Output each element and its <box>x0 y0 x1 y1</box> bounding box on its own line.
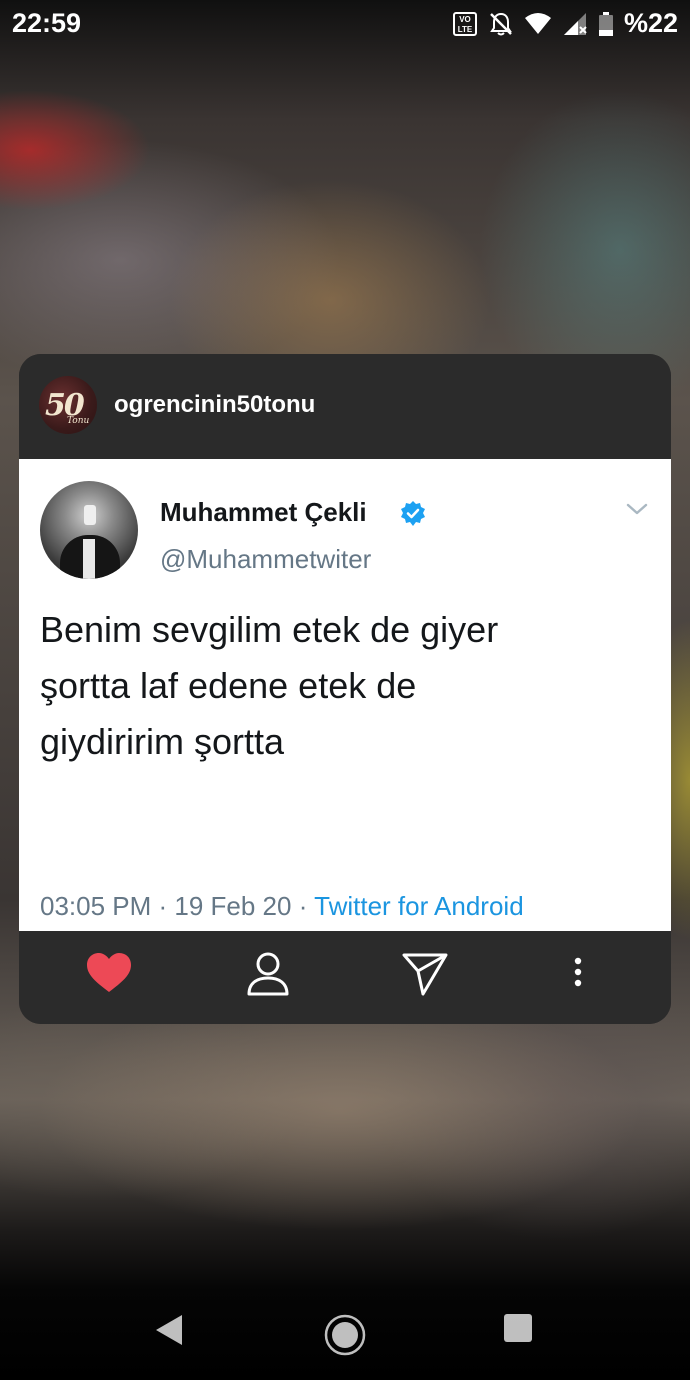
tweet-author-handle: @Muhammetwiter <box>160 544 372 574</box>
tweet-author-avatar <box>40 481 138 579</box>
status-icons: VO LTE %22 <box>452 8 678 39</box>
tweet-author-name: Muhammet Çekli <box>160 497 367 527</box>
home-icon[interactable] <box>322 1312 368 1358</box>
account-username[interactable]: ogrencinin50tonu <box>114 391 315 419</box>
svg-text:LTE: LTE <box>458 25 473 34</box>
status-bar: 22:59 VO LTE %22 <box>0 0 690 50</box>
system-nav-bar <box>0 1290 690 1380</box>
account-avatar[interactable]: 50 Tonu <box>39 376 97 434</box>
signal-icon <box>563 12 587 35</box>
post-action-bar <box>19 931 671 1024</box>
chevron-down-icon <box>626 503 648 515</box>
tweet-text: Benim sevgilim etek de giyer şortta laf … <box>40 602 660 770</box>
wifi-icon <box>524 12 551 34</box>
tweet-text-line: şortta laf edene etek de <box>40 665 417 706</box>
tweet-text-line: Benim sevgilim etek de giyer <box>40 609 499 650</box>
tweet-source: Twitter for Android <box>314 891 524 921</box>
volte-lte-icon: VO LTE <box>452 11 477 36</box>
back-icon[interactable] <box>152 1312 188 1348</box>
notifications-off-icon <box>490 12 512 35</box>
status-time: 22:59 <box>12 8 82 38</box>
verified-badge-icon <box>401 501 425 526</box>
recents-icon[interactable] <box>502 1312 534 1344</box>
post-card: 50 Tonu ogrencinin50tonu Muhammet Çekli … <box>19 354 671 1024</box>
post-header: 50 Tonu ogrencinin50tonu <box>19 354 671 459</box>
heart-icon[interactable] <box>85 951 133 995</box>
tweet-timestamp: 03:05 PM · 19 Feb 20 · <box>40 891 315 921</box>
battery-icon <box>598 11 613 36</box>
svg-text:VO: VO <box>459 15 471 24</box>
profile-icon[interactable] <box>245 951 291 997</box>
avatar-logo-sub: Tonu <box>67 416 90 426</box>
tweet-screenshot: Muhammet Çekli @Muhammetwiter Benim sevg… <box>19 459 671 1008</box>
more-vertical-icon[interactable] <box>570 951 586 995</box>
tweet-meta: 03:05 PM · 19 Feb 20 · Twitter for Andro… <box>40 891 524 922</box>
battery-percent: %22 <box>623 8 678 38</box>
send-icon[interactable] <box>401 951 449 997</box>
tweet-text-line: giydiririm şortta <box>40 721 285 762</box>
